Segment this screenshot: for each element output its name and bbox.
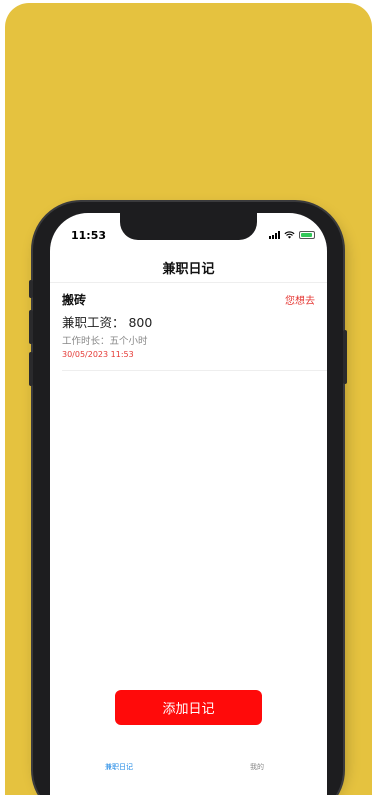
phone-side-button-mute (29, 280, 33, 298)
phone-notch (120, 213, 257, 240)
diary-entry[interactable]: 搬砖 您想去 兼职工资： 800 工作时长：五个小时 30/05/2023 11… (62, 291, 315, 371)
phone-side-button-volume-up (29, 310, 33, 344)
phone-side-button-power (343, 330, 347, 384)
entry-date: 30/05/2023 11:53 (62, 350, 134, 359)
app-screen: 11:53 兼职日记 搬砖 您想去 兼职工资： 800 工作时长：五个小时 30… (50, 213, 327, 795)
tab-bar: 兼职日记 我的 (50, 758, 327, 782)
nav-divider (50, 282, 327, 283)
wifi-icon (284, 231, 295, 239)
page-title: 兼职日记 (162, 262, 215, 277)
battery-icon (299, 231, 315, 239)
entry-title: 搬砖 (62, 293, 87, 307)
entry-divider (62, 370, 327, 371)
add-diary-button[interactable]: 添加日记 (115, 690, 262, 725)
entry-action-link[interactable]: 您想去 (285, 292, 315, 307)
phone-side-button-volume-down (29, 352, 33, 386)
entry-duration: 工作时长：五个小时 (62, 336, 148, 347)
signal-icon (269, 231, 280, 239)
tab-diary[interactable]: 兼职日记 (105, 762, 133, 772)
entry-pay: 兼职工资： 800 (62, 315, 153, 330)
status-time: 11:53 (71, 229, 107, 242)
status-icons (269, 231, 315, 239)
tab-mine[interactable]: 我的 (250, 762, 264, 772)
